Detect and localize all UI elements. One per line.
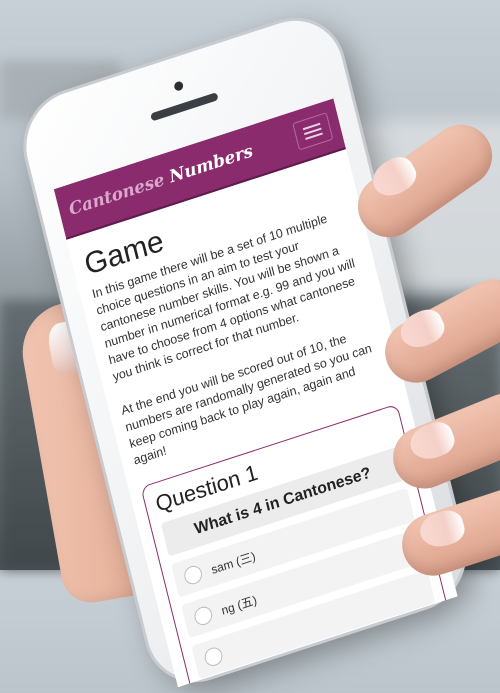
front-camera bbox=[173, 80, 185, 92]
earpiece-speaker bbox=[150, 92, 219, 122]
brand-part2: Numbers bbox=[167, 141, 256, 188]
answer-option-label: ng (五) bbox=[219, 592, 259, 618]
answer-option-label: sam (三) bbox=[209, 548, 257, 577]
radio-button[interactable] bbox=[192, 604, 215, 628]
radio-button[interactable] bbox=[182, 563, 204, 587]
radio-button[interactable] bbox=[202, 645, 225, 669]
menu-button[interactable] bbox=[292, 112, 334, 151]
